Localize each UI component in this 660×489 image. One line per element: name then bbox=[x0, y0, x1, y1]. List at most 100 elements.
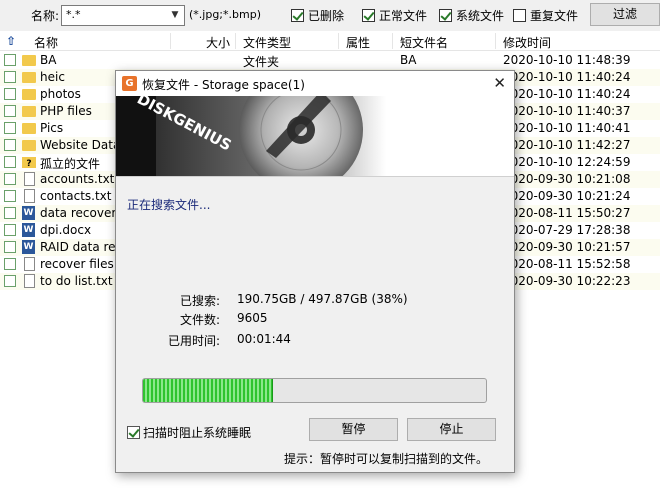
row-checkbox[interactable] bbox=[4, 173, 16, 185]
name-filter-label: 名称: bbox=[31, 9, 60, 23]
file-modified-time: 2020-10-10 11:40:37 bbox=[503, 104, 631, 118]
text-file-icon bbox=[24, 189, 35, 203]
row-checkbox[interactable] bbox=[4, 241, 16, 253]
row-checkbox[interactable] bbox=[4, 71, 16, 83]
progress-fill bbox=[143, 379, 274, 402]
checkbox-icon[interactable] bbox=[439, 9, 452, 22]
word-file-icon: W bbox=[22, 240, 35, 254]
row-checkbox[interactable] bbox=[4, 139, 16, 151]
row-checkbox[interactable] bbox=[4, 258, 16, 270]
checkbox-icon[interactable] bbox=[362, 9, 375, 22]
orphan-folder-icon: ? bbox=[22, 157, 36, 169]
row-checkbox[interactable] bbox=[4, 122, 16, 134]
column-modified-time[interactable]: 修改时间 bbox=[503, 34, 551, 51]
diskgenius-banner: DISKGENIUS bbox=[116, 96, 514, 176]
recover-files-dialog: G 恢复文件 - Storage space(1) ✕ DISKGENIUS 正… bbox=[115, 70, 515, 473]
file-name: Website Data bbox=[40, 138, 121, 152]
file-type: 文件夹 bbox=[243, 55, 280, 69]
folder-icon bbox=[22, 72, 36, 83]
filter-deleted-checkbox[interactable]: 已删除 bbox=[291, 7, 344, 24]
file-name: heic bbox=[40, 70, 65, 84]
elapsed-time-value: 00:01:44 bbox=[237, 332, 291, 346]
pause-button[interactable]: 暂停 bbox=[309, 418, 398, 441]
file-modified-time: 2020-09-30 10:21:24 bbox=[503, 189, 631, 203]
filter-system-checkbox[interactable]: 系统文件 bbox=[439, 7, 504, 24]
row-checkbox[interactable] bbox=[4, 156, 16, 168]
checkbox-icon[interactable] bbox=[291, 9, 304, 22]
file-modified-time: 2020-08-11 15:50:27 bbox=[503, 206, 631, 220]
file-list-header: ⇧ 名称 大小 文件类型 属性 短文件名 修改时间 bbox=[0, 31, 660, 51]
file-name: recover files bbox=[40, 257, 114, 271]
file-count-value: 9605 bbox=[237, 311, 268, 325]
search-status-text: 正在搜索文件... bbox=[127, 198, 211, 212]
file-modified-time: 2020-10-10 11:40:24 bbox=[503, 87, 631, 101]
folder-icon bbox=[22, 106, 36, 117]
file-modified-time: 2020-10-10 12:24:59 bbox=[503, 155, 631, 169]
filter-normal-checkbox[interactable]: 正常文件 bbox=[362, 7, 427, 24]
scan-progress-bar bbox=[142, 378, 487, 403]
filter-duplicate-checkbox[interactable]: 重复文件 bbox=[513, 7, 578, 24]
file-name: photos bbox=[40, 87, 81, 101]
row-checkbox[interactable] bbox=[4, 275, 16, 287]
extension-hint: (*.jpg;*.bmp) bbox=[189, 8, 261, 21]
text-file-icon bbox=[24, 257, 35, 271]
folder-icon bbox=[22, 89, 36, 100]
file-short-name: BA bbox=[400, 53, 417, 67]
text-file-icon bbox=[24, 274, 35, 288]
checkbox-icon[interactable] bbox=[127, 426, 140, 439]
file-modified-time: 2020-09-30 10:21:57 bbox=[503, 240, 631, 254]
file-modified-time: 2020-10-10 11:42:27 bbox=[503, 138, 631, 152]
chevron-down-icon[interactable]: ▼ bbox=[166, 6, 184, 25]
file-modified-time: 2020-10-10 11:40:41 bbox=[503, 121, 631, 135]
column-type[interactable]: 文件类型 bbox=[243, 34, 291, 51]
column-size[interactable]: 大小 bbox=[206, 34, 230, 51]
folder-icon bbox=[22, 123, 36, 134]
file-name: Pics bbox=[40, 121, 64, 135]
file-name: to do list.txt bbox=[40, 274, 113, 288]
file-name: RAID data re bbox=[40, 240, 116, 254]
elapsed-time-label: 已用时间: bbox=[167, 334, 220, 348]
prevent-sleep-checkbox[interactable]: 扫描时阻止系统睡眠 bbox=[127, 424, 251, 441]
row-checkbox[interactable] bbox=[4, 54, 16, 66]
word-file-icon: W bbox=[22, 223, 35, 237]
column-attributes[interactable]: 属性 bbox=[346, 34, 370, 51]
filter-toolbar: 名称: *.* ▼ (*.jpg;*.bmp) 已删除 正常文件 系统文件 重复… bbox=[0, 0, 660, 31]
close-icon[interactable]: ✕ bbox=[493, 74, 506, 92]
file-count-label: 文件数: bbox=[179, 313, 220, 327]
file-name: accounts.txt bbox=[40, 172, 115, 186]
tip-text: 提示：暂停时可以复制扫描到的文件。 bbox=[284, 452, 489, 466]
file-name: PHP files bbox=[40, 104, 92, 118]
file-name: contacts.txt bbox=[40, 189, 112, 203]
column-short-name[interactable]: 短文件名 bbox=[400, 34, 448, 51]
file-name: data recovery bbox=[40, 206, 124, 220]
row-checkbox[interactable] bbox=[4, 88, 16, 100]
folder-icon bbox=[22, 55, 36, 66]
text-file-icon bbox=[24, 172, 35, 186]
file-modified-time: 2020-09-30 10:22:23 bbox=[503, 274, 631, 288]
folder-icon bbox=[22, 140, 36, 151]
column-name[interactable]: 名称 bbox=[34, 34, 58, 51]
file-modified-time: 2020-09-30 10:21:08 bbox=[503, 172, 631, 186]
file-modified-time: 2020-08-11 15:52:58 bbox=[503, 257, 631, 271]
file-name: dpi.docx bbox=[40, 223, 92, 237]
table-row[interactable]: BA 文件夹 BA 2020-10-10 11:48:39 bbox=[0, 52, 660, 69]
file-name: 孤立的文件 bbox=[40, 157, 101, 171]
file-modified-time: 2020-07-29 17:28:38 bbox=[503, 223, 631, 237]
dialog-title-bar[interactable]: G 恢复文件 - Storage space(1) ✕ bbox=[116, 71, 514, 96]
word-file-icon: W bbox=[22, 206, 35, 220]
diskgenius-app-icon: G bbox=[122, 76, 137, 91]
row-checkbox[interactable] bbox=[4, 190, 16, 202]
file-name: BA bbox=[40, 53, 57, 67]
filter-button[interactable]: 过滤 bbox=[590, 3, 660, 26]
row-checkbox[interactable] bbox=[4, 207, 16, 219]
searched-value: 190.75GB / 497.87GB (38%) bbox=[237, 292, 408, 306]
dialog-title: 恢复文件 - Storage space(1) bbox=[142, 78, 305, 92]
searched-label: 已搜索: bbox=[179, 294, 220, 308]
file-modified-time: 2020-10-10 11:40:24 bbox=[503, 70, 631, 84]
stop-button[interactable]: 停止 bbox=[407, 418, 496, 441]
checkbox-icon[interactable] bbox=[513, 9, 526, 22]
row-checkbox[interactable] bbox=[4, 224, 16, 236]
up-arrow-icon[interactable]: ⇧ bbox=[6, 34, 16, 48]
file-modified-time: 2020-10-10 11:48:39 bbox=[503, 53, 631, 67]
row-checkbox[interactable] bbox=[4, 105, 16, 117]
